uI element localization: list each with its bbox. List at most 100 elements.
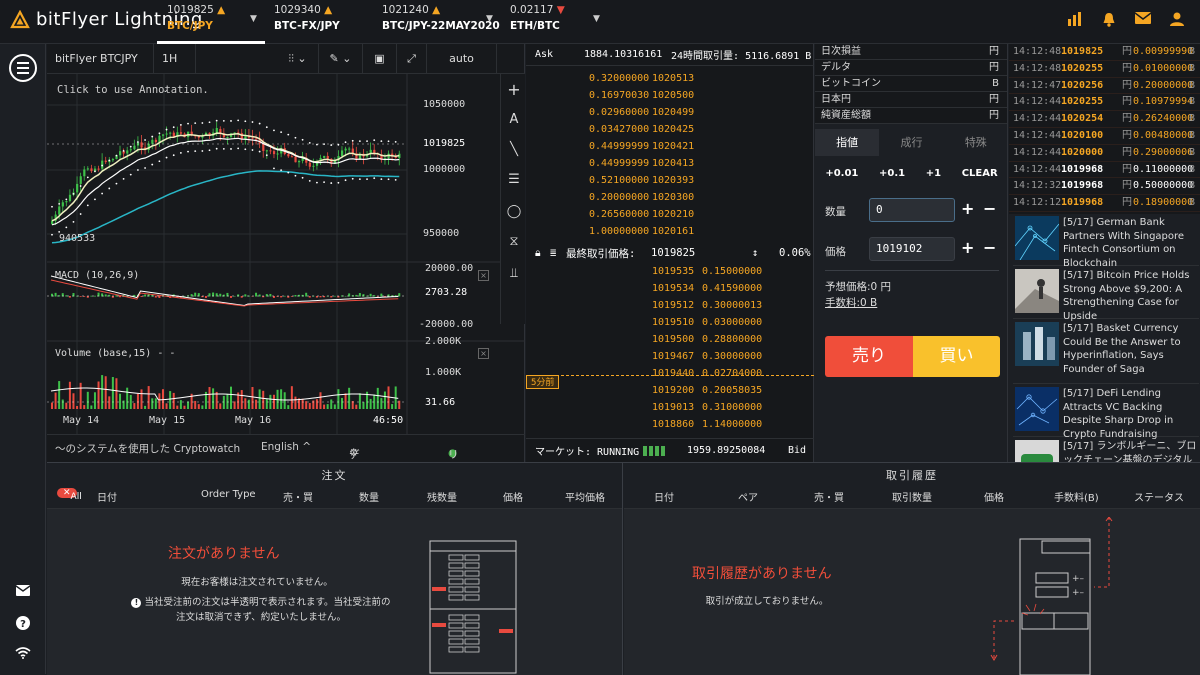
ticker-btc-fx-jpy[interactable]: 1029340 ▲ BTC-FX/JPY (274, 4, 340, 42)
increment-1-button[interactable]: +1 (926, 168, 941, 179)
sell-button[interactable]: 売り (825, 336, 913, 377)
ask-row[interactable]: 0.44999999 1020413 (526, 155, 814, 172)
plus-icon[interactable]: + (961, 238, 974, 257)
menu-icon[interactable] (9, 54, 37, 82)
ask-row[interactable]: 0.20000000 1020300 (526, 189, 814, 206)
price-input[interactable]: 1019102 (869, 237, 955, 261)
plus-icon[interactable]: + (961, 199, 974, 218)
increment-01-button[interactable]: +0.1 (879, 168, 905, 179)
bid-row[interactable]: 1019534 0.41590000 (526, 280, 814, 297)
chart-symbol[interactable]: bitFlyer BTCJPY (47, 44, 154, 74)
help-icon[interactable]: ? (15, 616, 31, 633)
column-header[interactable]: 取引数量 (892, 489, 932, 504)
clear-button[interactable]: CLEAR (962, 168, 998, 179)
crosshair-icon[interactable]: + (506, 80, 522, 99)
tab-market[interactable]: 成行 (879, 129, 943, 156)
bid-row[interactable]: 1019500 0.28800000 (526, 331, 814, 348)
ask-row[interactable]: 1.00000000 1020161 (526, 223, 814, 240)
volume-bar (265, 399, 268, 409)
indicator-button[interactable]: ⫶⫶ ⌄ (277, 44, 319, 74)
text-tool-icon[interactable]: A (506, 112, 522, 127)
draw-button[interactable]: ✎ ⌄ (319, 44, 363, 74)
bid-row[interactable]: 1018860 1.14000000 (526, 416, 814, 433)
chevron-down-icon[interactable]: ▼ (486, 14, 493, 24)
chart-area[interactable]: Click to use Annotation. 1050000 1019825… (47, 74, 525, 449)
interval-select[interactable]: 1H ⌄ (154, 44, 196, 94)
language-select[interactable]: English ^ (261, 441, 311, 453)
column-header[interactable]: 数量 (359, 489, 379, 504)
minus-icon[interactable]: − (983, 199, 996, 218)
news-item[interactable]: [5/17] DeFi Lending Attracts VC Backing … (1013, 385, 1199, 440)
list-icon[interactable]: ≣ (550, 247, 556, 259)
macd-bar (280, 296, 283, 298)
bid-row[interactable]: 1019512 0.30000013 (526, 297, 814, 314)
buy-button[interactable]: 買い (913, 336, 1000, 377)
column-header[interactable]: 手数料(B) (1054, 489, 1099, 504)
mail-icon[interactable] (1134, 12, 1152, 31)
chart-type-button[interactable]: ▣ (363, 44, 397, 74)
close-icon[interactable]: × (478, 348, 489, 359)
column-header[interactable]: ステータス (1134, 489, 1184, 504)
measure-tool-icon[interactable]: ⫫ (506, 266, 522, 281)
qty-input[interactable]: 0 (869, 198, 955, 222)
tab-special[interactable]: 特殊 (944, 129, 1008, 156)
bid-row[interactable]: 1019535 0.15000000 (526, 263, 814, 280)
fullscreen-button[interactable]: ⤢ (397, 44, 427, 74)
user-icon[interactable] (1168, 12, 1186, 31)
ticker-eth-btc[interactable]: 0.02117 ▼ ETH/BTC ▼ (510, 4, 600, 42)
shape-tool-icon[interactable]: ⧖ (506, 234, 522, 249)
bid-row[interactable]: 1019467 0.30000000 (526, 348, 814, 365)
chevron-down-icon[interactable]: ▼ (250, 14, 257, 24)
increment-001-button[interactable]: +0.01 (825, 168, 858, 179)
circle-tool-icon[interactable]: ◯ (506, 204, 522, 219)
cryptowatch-credit[interactable]: 〜のシステムを使用した Cryptowatch (55, 441, 240, 456)
ask-row[interactable]: 0.52100000 1020393 (526, 172, 814, 189)
fee-label[interactable]: 手数料:0 B (825, 295, 877, 310)
column-header[interactable]: 価格 (984, 489, 1004, 504)
volume-bar (348, 387, 351, 409)
ask-row[interactable]: 0.02960000 1020499 (526, 104, 814, 121)
minus-icon[interactable]: − (983, 238, 996, 257)
bid-row[interactable]: 1019013 0.31000000 (526, 399, 814, 416)
ask-row[interactable]: 0.44999999 1020421 (526, 138, 814, 155)
ask-row[interactable]: 0.16970030 1020500 (526, 87, 814, 104)
bid-row[interactable]: 1019510 0.03000000 (526, 314, 814, 331)
column-header[interactable]: 売・買 (283, 489, 313, 504)
column-header[interactable]: 売・買 (814, 489, 844, 504)
line-tool-icon[interactable]: ╲ (506, 142, 522, 157)
bid-row[interactable]: 1019440 0.02704000 (526, 365, 814, 382)
ticker-btc-jpy-future[interactable]: 1021240 ▲ BTC/JPY-22MAY2020 ▼ (382, 4, 500, 42)
price-chart[interactable] (47, 74, 525, 434)
volume-bar (376, 387, 379, 409)
tab-limit[interactable]: 指値 (815, 129, 880, 156)
news-item[interactable]: [5/17] Basket Currency Could Be the Answ… (1013, 320, 1199, 384)
hlines-tool-icon[interactable]: ☰ (506, 172, 522, 187)
annotation-hint[interactable]: Click to use Annotation. (57, 84, 209, 96)
lock-icon[interactable]: 🔒︎ (535, 247, 541, 260)
ticker-btc-jpy[interactable]: 1019825 ▲ BTC/JPY ▼ (167, 4, 257, 42)
bell-icon[interactable] (1100, 12, 1118, 31)
ask-row[interactable]: 0.26560000 1020210 (526, 206, 814, 223)
wifi-icon[interactable] (15, 647, 31, 662)
filter-all-badge[interactable]: ✕ All (57, 488, 82, 502)
column-header[interactable]: Order Type (201, 489, 256, 500)
column-header[interactable]: 残数量 (427, 489, 457, 504)
column-header[interactable]: 価格 (503, 489, 523, 504)
column-header[interactable]: 平均価格 (565, 489, 605, 504)
column-header[interactable]: ペア (738, 489, 758, 504)
column-header[interactable]: 日付 (654, 489, 674, 504)
mail-icon[interactable] (15, 585, 31, 599)
column-header[interactable]: 日付 (97, 489, 117, 504)
chevron-down-icon[interactable]: ▼ (593, 14, 600, 24)
ask-row[interactable]: 0.03427000 1020425 (526, 121, 814, 138)
bar-chart-icon[interactable] (1066, 12, 1084, 31)
time-label-current: 46:50 (373, 415, 404, 426)
ask-row[interactable]: 0.32000000 1020513 (526, 70, 814, 87)
news-item[interactable]: [5/17] ランボルギーニ、ブロックチェーン基盤のデジタルス (1013, 438, 1199, 462)
news-item[interactable]: [5/17] German Bank Partners With Singapo… (1013, 214, 1199, 269)
sort-icon[interactable]: ↕ (752, 247, 758, 259)
auto-scale-button[interactable]: auto (427, 44, 497, 74)
bid-row[interactable]: 1019200 0.20058035 (526, 382, 814, 399)
news-item[interactable]: [5/17] Bitcoin Price Holds Strong Above … (1013, 267, 1199, 322)
close-icon[interactable]: × (478, 270, 489, 281)
